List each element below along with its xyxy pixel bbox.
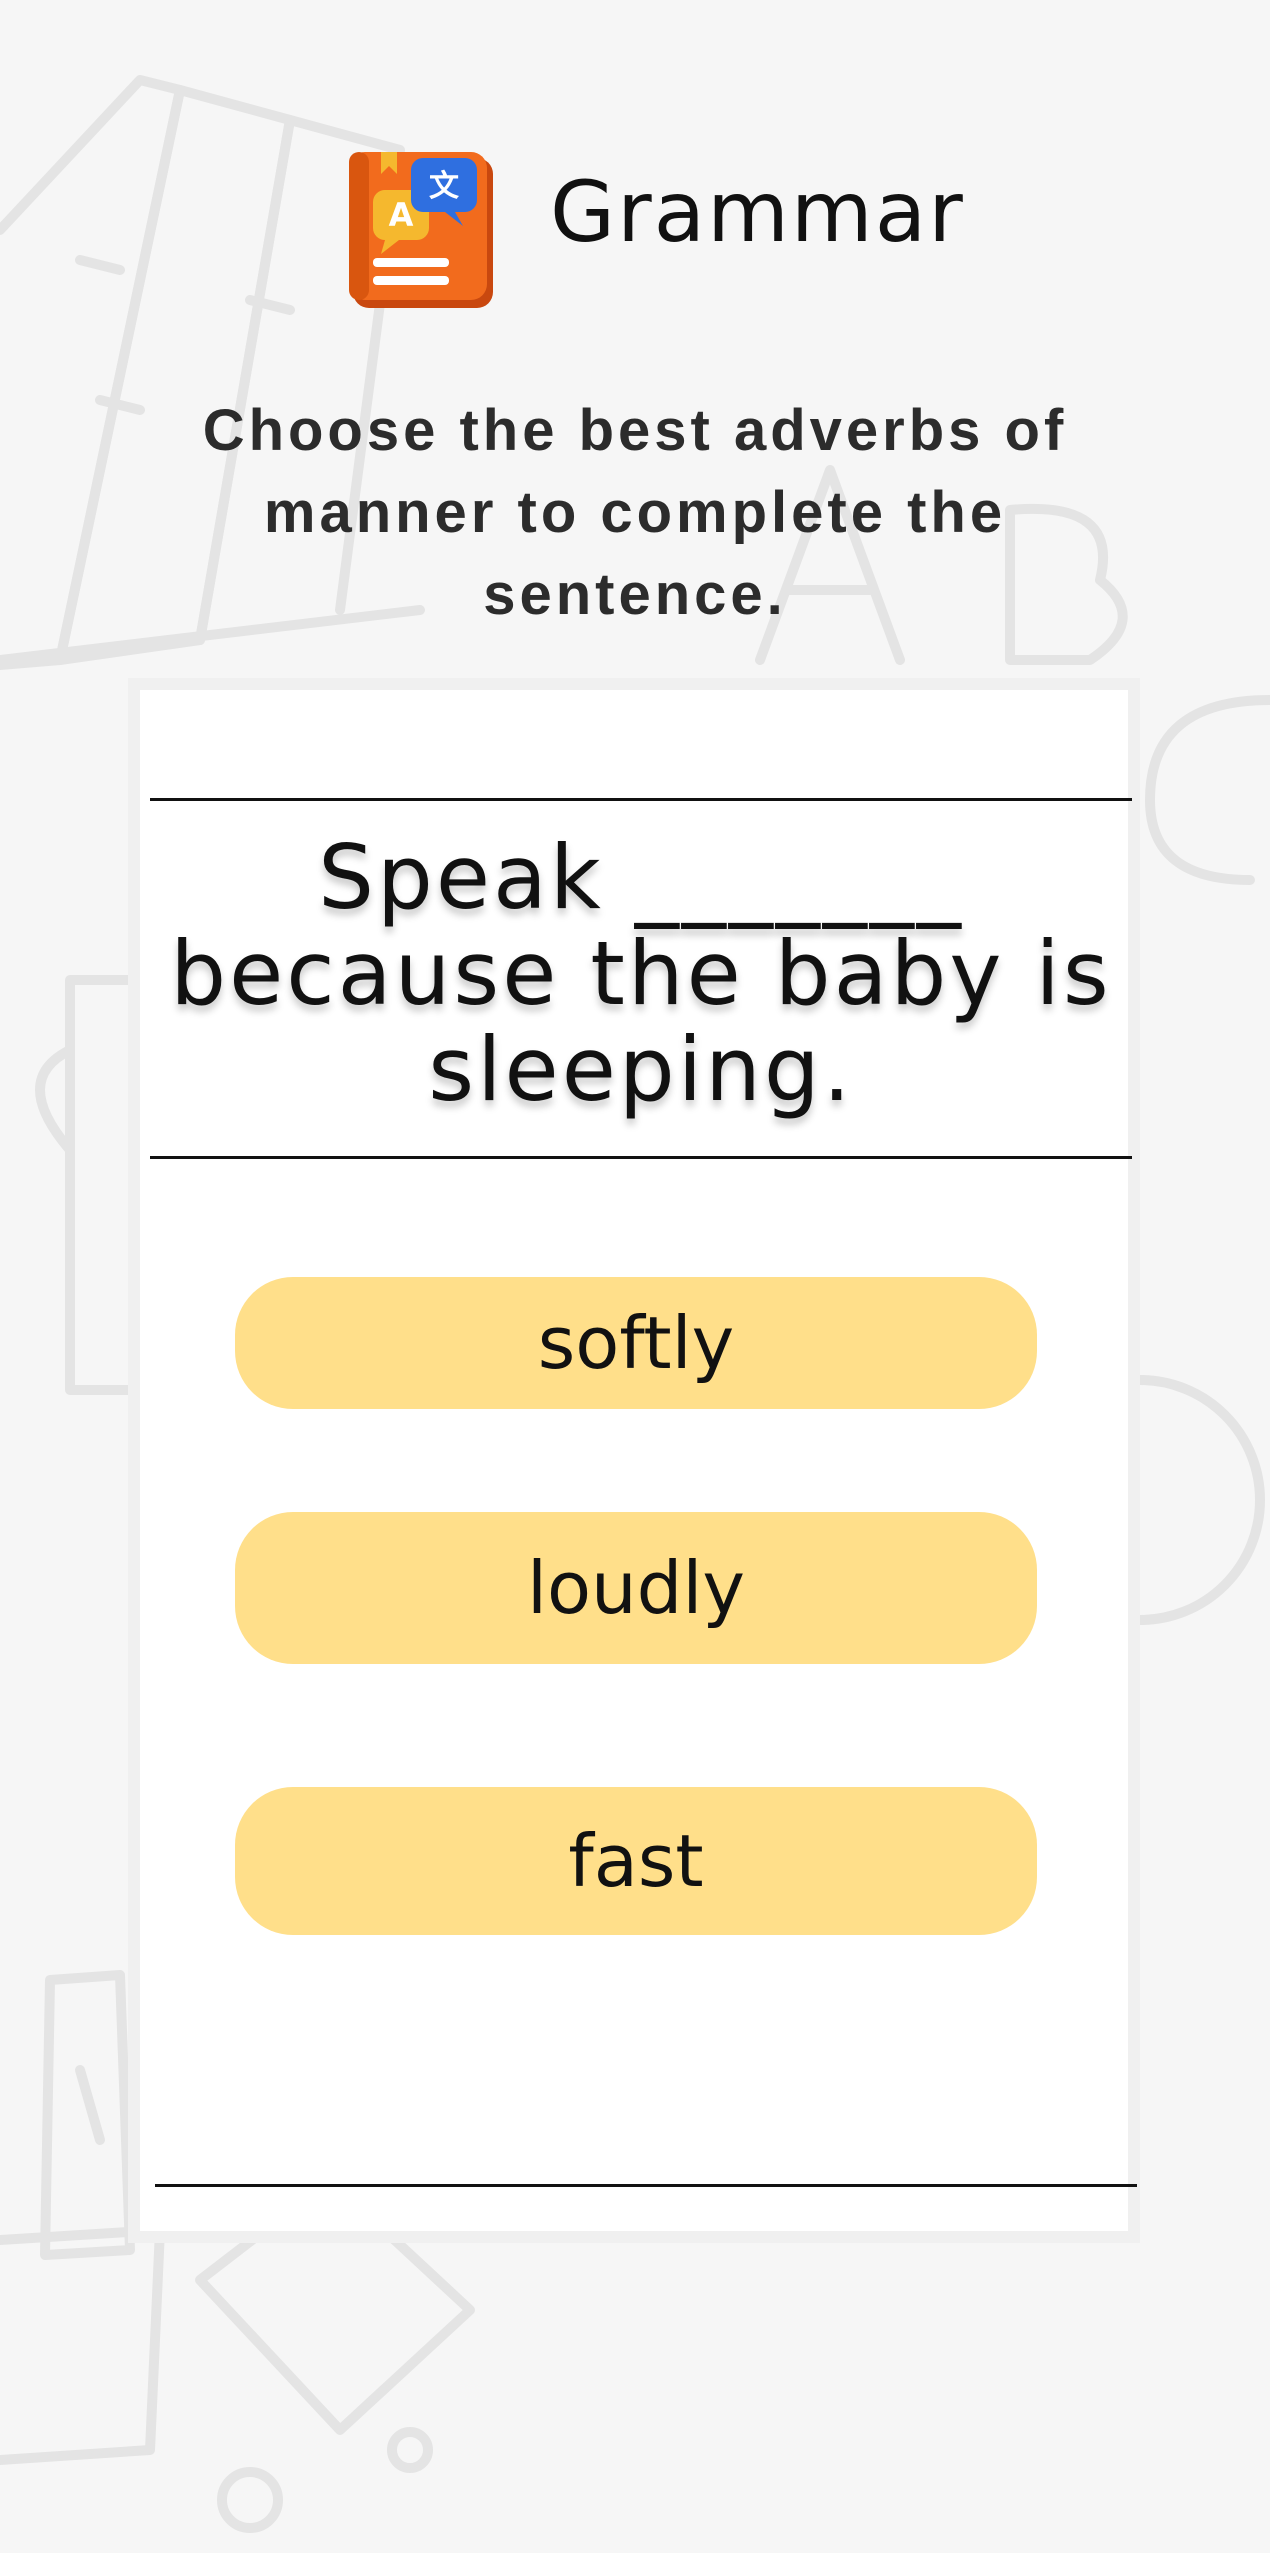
answer-option-softly[interactable]: softly	[235, 1277, 1037, 1409]
divider-middle	[150, 1156, 1132, 1159]
answer-option-fast[interactable]: fast	[235, 1787, 1037, 1935]
grammar-book-icon: A 文	[345, 140, 505, 320]
svg-text:A: A	[389, 196, 414, 234]
question-text: Speak _______ because the baby is sleepi…	[170, 826, 1112, 1121]
svg-text:文: 文	[429, 169, 459, 204]
divider-top	[150, 798, 1132, 801]
divider-bottom	[155, 2184, 1137, 2187]
instruction-text: Choose the best adverbs of manner to com…	[202, 398, 1068, 627]
question-card: Speak _______ because the baby is sleepi…	[128, 678, 1140, 2243]
answer-option-loudly[interactable]: loudly	[235, 1512, 1037, 1664]
header: A 文 Grammar	[0, 130, 1270, 310]
page-title: Grammar	[550, 163, 965, 261]
